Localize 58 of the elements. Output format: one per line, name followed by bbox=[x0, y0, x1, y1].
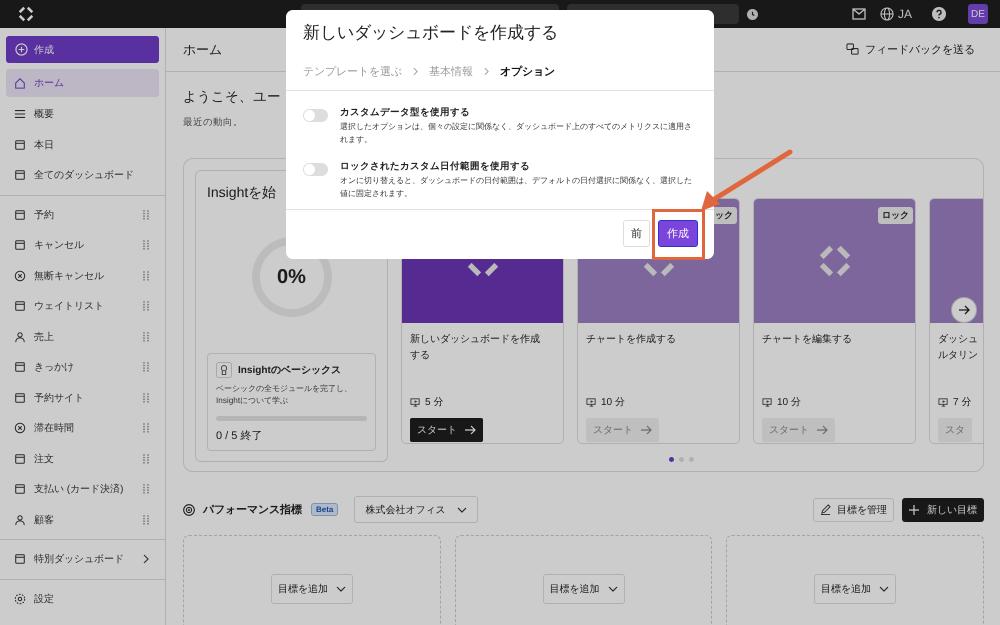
tutorial-title: ダッシュ bbox=[938, 333, 978, 347]
sidebar-item[interactable]: 本日 bbox=[6, 130, 159, 160]
sidebar-item[interactable]: 設定 bbox=[6, 584, 159, 614]
sidebar-item[interactable]: キャンセル bbox=[6, 230, 159, 260]
completion-count: 0 / 5 終了 bbox=[216, 428, 264, 443]
welcome-subtitle: 最近の動向。 bbox=[183, 117, 243, 129]
lock-badge: ロック bbox=[878, 207, 913, 224]
user-avatar[interactable]: DE bbox=[968, 4, 988, 24]
tutorial-title: チャートを作成する bbox=[586, 332, 676, 347]
manage-goals-button[interactable]: 目標を管理 bbox=[813, 498, 894, 522]
tutorial-title: チャートを編集する bbox=[762, 333, 852, 347]
duration-label: 10 分 bbox=[777, 396, 801, 409]
sidebar-item[interactable]: 売上 bbox=[6, 322, 159, 352]
sidebar-item[interactable]: 予約 bbox=[6, 200, 159, 230]
sidebar-item[interactable]: 滞在時間 bbox=[6, 413, 159, 444]
sidebar-item[interactable]: ウェイトリスト bbox=[6, 291, 159, 322]
dialog-title: 新しいダッシュボードを作成する bbox=[303, 23, 558, 43]
sidebar-item[interactable]: 特別ダッシュボード bbox=[6, 544, 159, 574]
basics-title: Insightのベーシックス bbox=[238, 364, 341, 377]
option-title: ロックされたカスタム日付範囲を使用する bbox=[340, 160, 531, 174]
add-goal-button[interactable]: 目標を追加 bbox=[270, 574, 353, 604]
feedback-button[interactable]: フィードバックを送る bbox=[846, 42, 975, 56]
sidebar-item[interactable]: 顧客 bbox=[6, 504, 159, 535]
start-button[interactable]: スタート bbox=[410, 418, 483, 442]
beta-badge: Beta bbox=[311, 503, 338, 516]
sidebar-item[interactable]: ホーム bbox=[6, 69, 159, 97]
sidebar-item[interactable]: 全てのダッシュボード bbox=[6, 160, 159, 190]
tutorial-title: ルタリン bbox=[938, 348, 978, 363]
location-select[interactable]: 株式会社オフィス bbox=[354, 496, 478, 523]
sidebar-item[interactable]: 注文 bbox=[6, 444, 159, 474]
back-button[interactable]: 前 bbox=[623, 220, 650, 247]
duration-label: 5 分 bbox=[425, 396, 444, 409]
tutorial-card[interactable]: ロック チャートを編集する 10 分 スタート bbox=[753, 198, 916, 444]
sidebar-item[interactable]: 予約サイト bbox=[6, 382, 159, 413]
language-button[interactable]: JA bbox=[880, 7, 912, 21]
option-description: 選択したオプションは、個々の設定に関係なく、ダッシュボード上のすべてのメトリクスに適用されます。 bbox=[340, 121, 693, 146]
option-title: カスタムデータ型を使用する bbox=[340, 106, 471, 119]
create-button[interactable]: 作成 bbox=[658, 220, 698, 247]
new-goal-button[interactable]: 新しい目標 bbox=[902, 498, 984, 522]
add-goal-button[interactable]: 目標を追加 bbox=[814, 574, 896, 604]
basics-description: ベーシックの全モジュールを完了し、Insightについて学ぶ bbox=[216, 383, 353, 408]
progress-percent: 0% bbox=[277, 267, 306, 287]
section-title: パフォーマンス指標 bbox=[203, 502, 302, 517]
sidebar-item[interactable]: 概要 bbox=[6, 99, 159, 130]
duration-label: 10 分 bbox=[601, 396, 625, 409]
welcome-heading: ようこそ、ユー bbox=[183, 89, 281, 105]
sidebar-item[interactable]: 支払い (カード決済) bbox=[6, 474, 159, 504]
sidebar-item[interactable]: きっかけ bbox=[6, 352, 159, 382]
add-goal-button[interactable]: 目標を追加 bbox=[542, 574, 624, 604]
card-title: Insightを始 bbox=[207, 183, 276, 201]
option-description: オンに切り替えると、ダッシュボードの日付範囲は、デフォルトの日付選択に関係なく、選択した値に固定されます。 bbox=[340, 175, 693, 200]
create-button[interactable]: 作成 bbox=[6, 36, 159, 63]
tutorial-card[interactable]: ダッシュ ルタリン 7 分 スタ bbox=[929, 198, 983, 444]
breadcrumb-step[interactable]: オプション bbox=[500, 64, 555, 78]
duration-label: 7 分 bbox=[953, 396, 972, 409]
page-title: ホーム bbox=[183, 40, 222, 58]
tutorial-title: 新しいダッシュボードを作成する bbox=[410, 332, 541, 363]
sidebar-item[interactable]: 無断キャンセル bbox=[6, 260, 159, 291]
